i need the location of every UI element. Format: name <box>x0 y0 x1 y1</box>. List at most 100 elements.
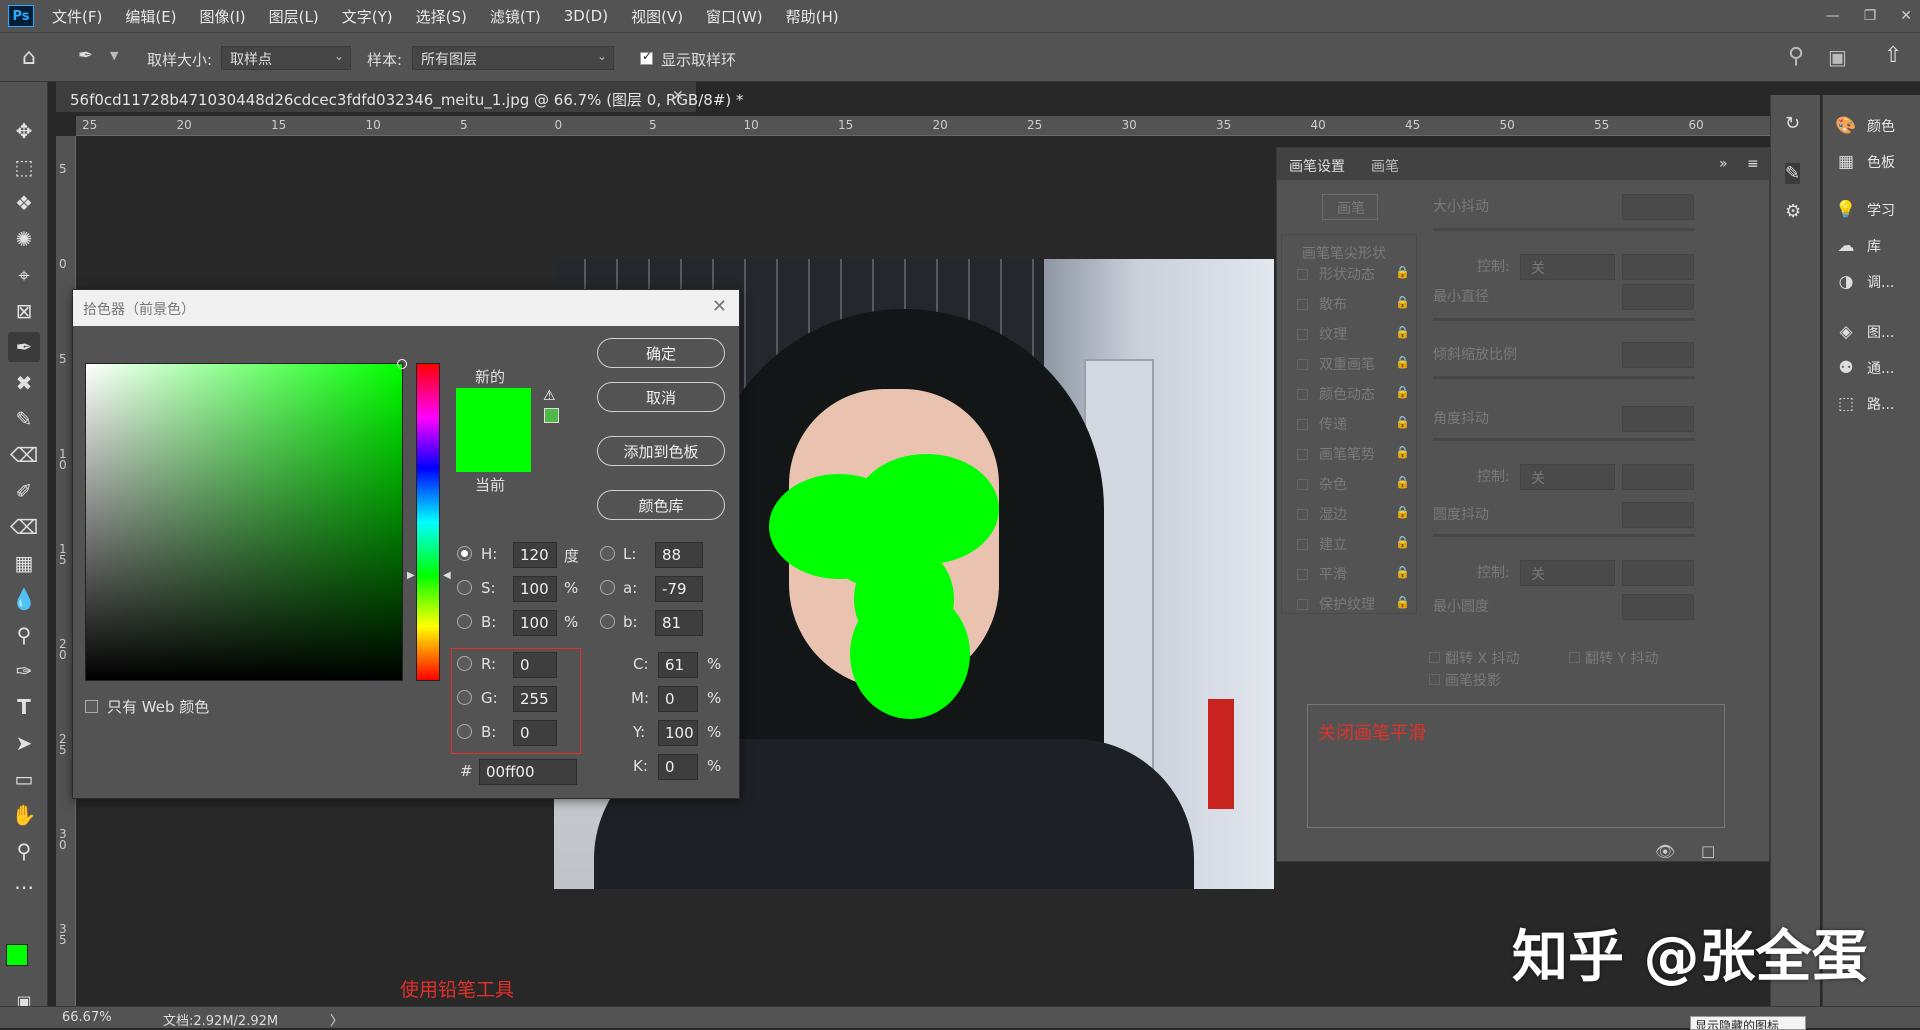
workspace-icon[interactable]: ▣ <box>1828 45 1847 69</box>
min-roundness-input[interactable] <box>1622 594 1694 620</box>
lab-b-input[interactable]: 81 <box>655 610 703 636</box>
menu-layer[interactable]: 图层(L) <box>269 6 319 27</box>
web-only-checkbox[interactable] <box>85 700 98 713</box>
cancel-button[interactable]: 取消 <box>597 382 725 412</box>
gamut-swatch[interactable] <box>544 408 559 423</box>
zoom-level[interactable]: 66.67% <box>62 1010 112 1025</box>
shape-tool-icon[interactable]: ▭ <box>8 764 40 794</box>
sample-select[interactable]: 所有图层 ⌄ <box>412 46 614 70</box>
menu-window[interactable]: 窗口(W) <box>706 6 763 27</box>
a-input[interactable]: -79 <box>655 576 703 602</box>
panel-palette[interactable]: 🎨 颜色 <box>1835 115 1895 137</box>
angle-jitter-slider[interactable] <box>1433 438 1695 441</box>
foreground-color-swatch[interactable] <box>6 944 28 966</box>
menu-file[interactable]: 文件(F) <box>52 6 102 27</box>
menu-select[interactable]: 选择(S) <box>416 6 467 27</box>
stamp-tool-icon[interactable]: ⌫ <box>8 440 40 470</box>
control-select-2[interactable]: 关 <box>1520 464 1615 490</box>
flip-y-checkbox[interactable] <box>1569 652 1580 663</box>
brush-option-label[interactable]: 形状动态 <box>1319 264 1375 284</box>
marquee-tool-icon[interactable]: ⬚ <box>8 152 40 182</box>
crop-tool-icon[interactable]: ⌖ <box>8 260 40 290</box>
history-brush-tool-icon[interactable]: ✐ <box>8 476 40 506</box>
brush-option-label[interactable]: 传递 <box>1319 414 1347 434</box>
quick-select-tool-icon[interactable]: ✺ <box>8 224 40 254</box>
lock-icon[interactable]: 🔒 <box>1395 325 1410 339</box>
zoom-tool-icon[interactable]: ⚲ <box>8 836 40 866</box>
brush-option-label[interactable]: 画笔笔势 <box>1319 444 1375 464</box>
g-radio[interactable] <box>457 690 472 705</box>
panel-paths[interactable]: ⬚ 路... <box>1835 393 1894 415</box>
brush-option-checkbox[interactable] <box>1297 269 1308 280</box>
lock-icon[interactable]: 🔒 <box>1395 265 1410 279</box>
lasso-tool-icon[interactable]: ❖ <box>8 188 40 218</box>
menu-3d[interactable]: 3D(D) <box>564 7 608 25</box>
type-tool-icon[interactable]: T <box>8 692 40 722</box>
share-icon[interactable]: ⇧ <box>1884 43 1902 68</box>
brightness-radio[interactable] <box>457 614 472 629</box>
close-icon[interactable]: ✕ <box>712 296 727 317</box>
close-icon[interactable]: ✕ <box>1900 8 1912 24</box>
brush-option-checkbox[interactable] <box>1297 419 1308 430</box>
brush-option-checkbox[interactable] <box>1297 569 1308 580</box>
color-libraries-button[interactable]: 颜色库 <box>597 490 725 520</box>
panel-menu-icon[interactable]: ≡ <box>1747 156 1759 172</box>
brush-option-checkbox[interactable] <box>1297 479 1308 490</box>
panel-layers[interactable]: ◈ 图... <box>1835 321 1894 343</box>
lock-icon[interactable]: 🔒 <box>1395 445 1410 459</box>
r-radio[interactable] <box>457 656 472 671</box>
brush-option-label[interactable]: 建立 <box>1319 534 1347 554</box>
lab-b-radio[interactable] <box>600 614 615 629</box>
s-input[interactable]: 100 <box>513 576 557 602</box>
hand-tool-icon[interactable]: ✋ <box>8 800 40 830</box>
lock-icon[interactable]: 🔒 <box>1395 595 1410 609</box>
blur-tool-icon[interactable]: 💧 <box>8 584 40 614</box>
y-input[interactable]: 100 <box>658 720 698 746</box>
lock-icon[interactable]: 🔒 <box>1395 355 1410 369</box>
eraser-tool-icon[interactable]: ⌫ <box>8 512 40 542</box>
ok-button[interactable]: 确定 <box>597 338 725 368</box>
tilt-scale-input[interactable] <box>1622 342 1694 368</box>
brush-option-label[interactable]: 散布 <box>1319 294 1347 314</box>
panel-channels[interactable]: ⚉ 通... <box>1835 357 1894 379</box>
l-input[interactable]: 88 <box>655 542 703 568</box>
current-color-swatch[interactable] <box>456 430 531 472</box>
b-radio[interactable] <box>457 724 472 739</box>
brush-option-checkbox[interactable] <box>1297 359 1308 370</box>
roundness-jitter-slider[interactable] <box>1433 534 1695 537</box>
hex-input[interactable]: 00ff00 <box>479 759 577 785</box>
menu-edit[interactable]: 编辑(E) <box>125 6 176 27</box>
brush-option-label[interactable]: 平滑 <box>1319 564 1347 584</box>
brush-settings-icon[interactable]: ✎ <box>1785 163 1801 184</box>
hue-slider[interactable] <box>416 363 440 681</box>
show-ring-checkbox[interactable]: ✓ <box>640 49 653 69</box>
brush-option-checkbox[interactable] <box>1297 329 1308 340</box>
brush-tool-icon[interactable]: ✎ <box>8 404 40 434</box>
menu-view[interactable]: 视图(V) <box>631 6 683 27</box>
home-icon[interactable]: ⌂ <box>22 45 36 70</box>
b-input[interactable]: 0 <box>513 720 557 746</box>
lock-icon[interactable]: 🔒 <box>1395 535 1410 549</box>
brushes-button[interactable]: 画笔 <box>1322 194 1378 220</box>
history-icon[interactable]: ↻ <box>1785 113 1800 134</box>
panel-cloud-library[interactable]: ☁ 库 <box>1835 235 1882 257</box>
pen-tool-icon[interactable]: ✑ <box>8 656 40 686</box>
search-icon[interactable]: ⚲ <box>1788 44 1804 69</box>
menu-type[interactable]: 文字(Y) <box>342 6 393 27</box>
brush-option-label[interactable]: 杂色 <box>1319 474 1347 494</box>
lock-icon[interactable]: 🔒 <box>1395 415 1410 429</box>
sample-size-select[interactable]: 取样点 ⌄ <box>221 46 351 70</box>
tool-presets-icon[interactable]: ⚙ <box>1785 201 1801 222</box>
panel-swatches[interactable]: ▦ 色板 <box>1835 151 1895 173</box>
h-radio[interactable] <box>457 546 472 561</box>
brush-option-checkbox[interactable] <box>1297 299 1308 310</box>
flip-x-checkbox[interactable] <box>1429 652 1440 663</box>
c-input[interactable]: 61 <box>658 652 698 678</box>
menu-filter[interactable]: 滤镜(T) <box>490 6 541 27</box>
angle-jitter-input[interactable] <box>1622 406 1694 432</box>
toggle-preview-icon[interactable]: 👁 <box>1655 842 1675 861</box>
eyedropper-icon[interactable]: ✒ <box>78 45 93 66</box>
projection-checkbox[interactable] <box>1429 674 1440 685</box>
close-tab-icon[interactable]: ✕ <box>672 88 684 104</box>
lock-icon[interactable]: 🔒 <box>1395 475 1410 489</box>
